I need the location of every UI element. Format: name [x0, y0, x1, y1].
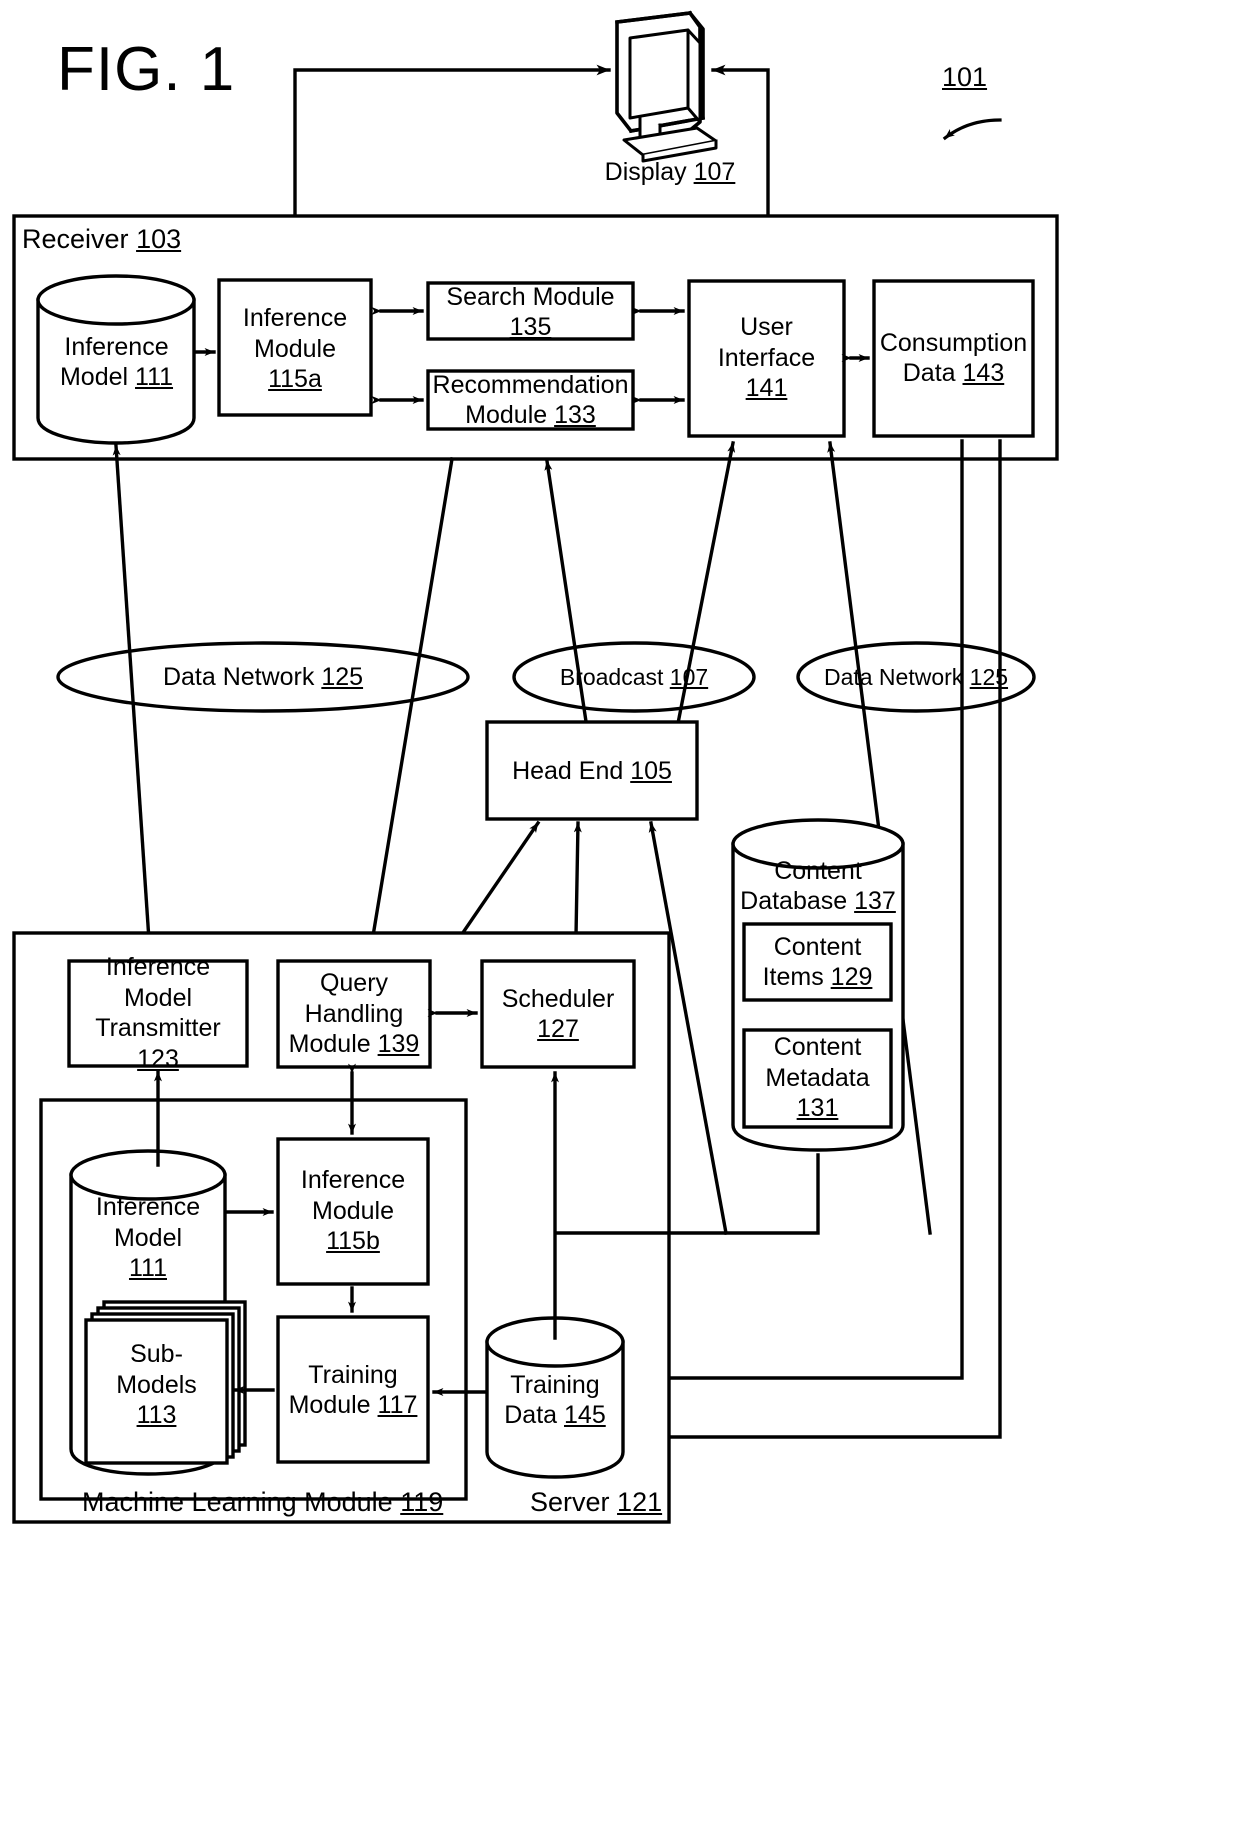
- server-label: Server 121: [530, 1487, 663, 1517]
- data-network-left-label: Data Network 125: [162, 662, 364, 691]
- sub-models: Sub- Models 113: [116, 1340, 197, 1430]
- inference-model-store: Inference Model 111: [59, 332, 174, 392]
- inference-module: Inference Module 115a: [242, 304, 348, 394]
- data-network-right-label: Data Network 125: [823, 663, 1009, 690]
- head-end: Head End 105: [512, 756, 672, 785]
- consumption-data: Consumption Data 143: [879, 328, 1028, 388]
- receiver-label: Receiver 103: [22, 224, 182, 254]
- content-database-label: Content Database 137: [740, 856, 896, 916]
- machine-learning-module-label: Machine Learning Module 119: [82, 1487, 444, 1517]
- inference-module-server: Inference Module 115b: [300, 1166, 406, 1256]
- training-module: Training Module 117: [288, 1360, 418, 1420]
- user-interface: User Interface 141: [717, 313, 816, 403]
- content-metadata: Content Metadata 131: [765, 1033, 870, 1123]
- training-data: Training Data 145: [504, 1370, 606, 1430]
- inference-model-transmitter: Inference Model Transmitter 123: [95, 953, 221, 1073]
- query-handling-module: Query Handling Module 139: [288, 969, 420, 1059]
- broadcast-label: Broadcast 107: [559, 663, 709, 690]
- system-ref-label: 101: [942, 62, 988, 92]
- scheduler: Scheduler 127: [501, 984, 615, 1044]
- diagram-vector-layer: [12, 10, 1059, 1524]
- figure-canvas: FIG. 1 101 Display 107 Receiver 103 Infe…: [0, 0, 1240, 1829]
- monitor-icon: [614, 10, 718, 163]
- search-module: Search Module 135: [446, 282, 615, 342]
- content-items: Content Items 129: [762, 932, 873, 992]
- recommendation-module: Recommendation Module 133: [432, 370, 629, 430]
- inference-model-store-server: Inference Model 111: [95, 1193, 201, 1283]
- figure-title: FIG. 1: [57, 35, 236, 104]
- display-label: Display 107: [604, 157, 736, 186]
